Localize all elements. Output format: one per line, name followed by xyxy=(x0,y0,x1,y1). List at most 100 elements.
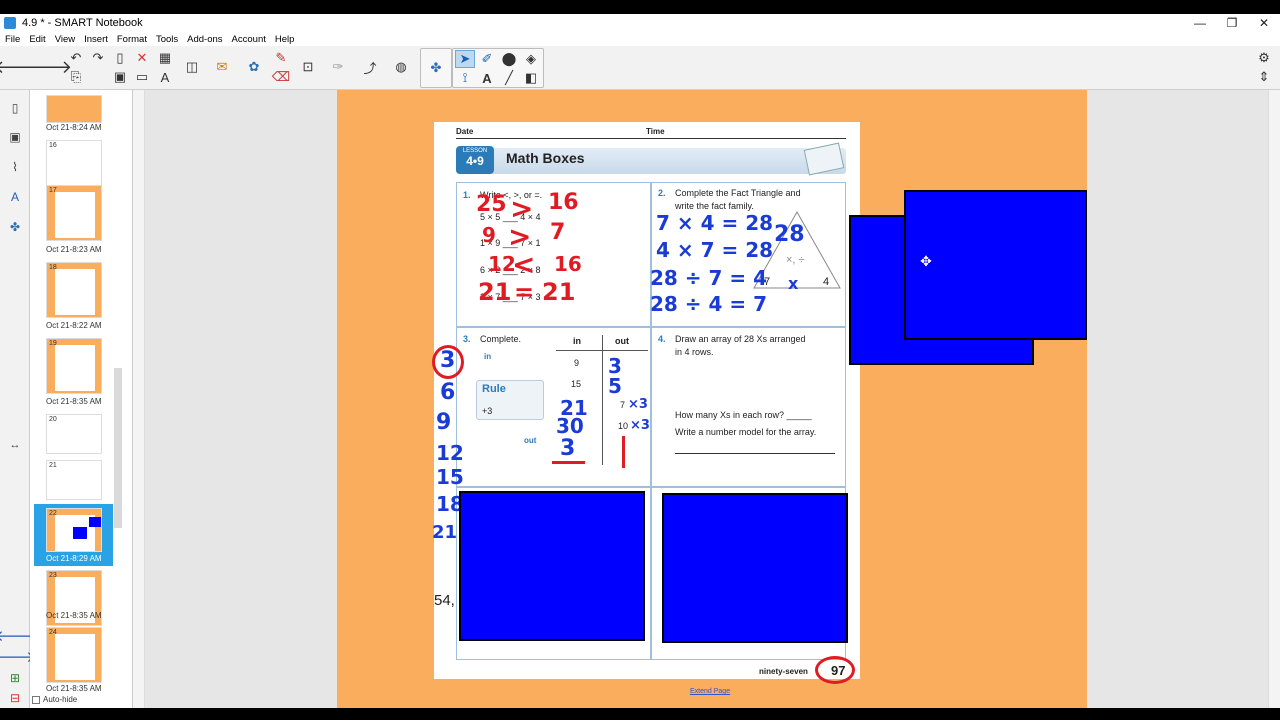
properties-tab-icon[interactable]: A xyxy=(5,187,25,207)
page-thumb-label: Oct 21-8:22 AM xyxy=(46,321,102,330)
sidebar-next-arrow-icon[interactable]: 🡒 xyxy=(0,646,35,666)
redo-icon[interactable]: ↷ xyxy=(88,49,108,67)
line-icon[interactable]: ╱ xyxy=(499,69,519,87)
ink-q1-eq[interactable]: = xyxy=(514,278,534,306)
ink-seq-15[interactable]: 15 xyxy=(436,465,464,489)
pen-special-icon[interactable]: ✎ xyxy=(271,49,291,67)
page-thumb[interactable]: 21 xyxy=(46,460,102,500)
sidebar-prev-arrow-icon[interactable]: 🡐 xyxy=(0,625,35,645)
next-page-arrow-icon[interactable]: 🡒 xyxy=(24,57,72,77)
canvas-right-scrollbar[interactable] xyxy=(1268,90,1280,708)
ink-red-underline[interactable] xyxy=(552,461,585,464)
ink-seq-3[interactable]: 3 xyxy=(440,348,455,373)
extend-page-link[interactable]: Extend Page xyxy=(690,688,730,695)
resize-panel-icon[interactable]: ↔ xyxy=(5,435,25,455)
ink-q1-lt[interactable]: < xyxy=(512,248,535,281)
document-camera-icon[interactable]: ◫ xyxy=(182,58,202,76)
pin-icon[interactable]: ✑ xyxy=(328,58,348,76)
delete-page-sidebar-icon[interactable]: ⊟ xyxy=(5,688,25,708)
page-thumb[interactable] xyxy=(46,95,102,123)
delete-icon[interactable]: ✕ xyxy=(132,49,152,67)
ink-q1-25[interactable]: 25 xyxy=(476,192,507,217)
capture-icon[interactable]: ⊡ xyxy=(298,58,318,76)
page-thumb[interactable]: 19 xyxy=(46,338,102,394)
text-icon[interactable]: A xyxy=(477,69,497,87)
ink-q2-line1[interactable]: 7 × 4 = 28 xyxy=(656,211,773,235)
globe-icon[interactable]: ◍ xyxy=(391,58,411,76)
ink-q2-line2[interactable]: 4 × 7 = 28 xyxy=(656,238,773,262)
ink-q1-9[interactable]: 9 xyxy=(482,223,496,247)
lab-activity-icon[interactable]: ✿ xyxy=(244,58,264,76)
page-thumb[interactable]: 17 xyxy=(46,185,102,241)
canvas-left-scrollbar[interactable] xyxy=(133,90,145,708)
ink-in-3[interactable]: 3 xyxy=(560,436,575,461)
shapes-icon[interactable]: ⬤ xyxy=(499,50,519,68)
ink-q1-16[interactable]: 16 xyxy=(548,190,579,215)
sorter-scrollbar-thumb[interactable] xyxy=(114,368,122,528)
ink-out-x3a[interactable]: ×3 xyxy=(628,397,648,412)
ink-out-x3b[interactable]: ×3 xyxy=(630,418,650,433)
ink-q2-line3[interactable]: 28 ÷ 7 = 4 xyxy=(650,266,767,290)
close-button[interactable]: ✕ xyxy=(1248,14,1280,32)
menu-account[interactable]: Account xyxy=(232,34,266,45)
gallery-tab-icon[interactable]: ▣ xyxy=(5,127,25,147)
page-number: 21 xyxy=(49,462,57,469)
ink-seq-12[interactable]: 12 xyxy=(436,441,464,465)
ink-q2-triangle-top[interactable]: 28 xyxy=(774,222,805,247)
ink-red-mark[interactable] xyxy=(622,436,625,468)
menu-help[interactable]: Help xyxy=(275,34,295,45)
ink-q1-7[interactable]: 7 xyxy=(550,220,565,245)
auto-hide-checkbox[interactable] xyxy=(32,695,40,704)
ink-seq-6[interactable]: 6 xyxy=(440,380,455,405)
restore-button[interactable]: ❐ xyxy=(1216,14,1248,32)
menu-edit[interactable]: Edit xyxy=(29,34,45,45)
minimize-button[interactable]: — xyxy=(1184,14,1216,32)
magic-pen-icon[interactable]: ⤴ xyxy=(360,58,380,76)
eraser-icon[interactable]: ⟟ xyxy=(455,69,475,87)
add-page-sidebar-icon[interactable]: ⊞ xyxy=(5,668,25,688)
ink-q1-21b[interactable]: 21 xyxy=(542,278,575,306)
table-icon[interactable]: ▦ xyxy=(155,49,175,67)
ink-out-5[interactable]: 5 xyxy=(608,374,622,398)
toolbar-scroll-icon[interactable]: ⇕ xyxy=(1254,68,1274,86)
page-sorter-tab-icon[interactable]: ▯ xyxy=(5,98,25,118)
q4-answer-line xyxy=(675,453,835,454)
save-icon[interactable]: ▣ xyxy=(110,68,130,86)
table-header-in: in xyxy=(573,336,581,346)
ink-q2-line4[interactable]: 28 ÷ 4 = 7 xyxy=(650,292,767,316)
eraser-special-icon[interactable]: ⌫ xyxy=(271,68,291,86)
page-thumb[interactable]: 24 xyxy=(46,627,102,683)
ink-q1-21[interactable]: 21 xyxy=(478,278,511,306)
menu-file[interactable]: File xyxy=(5,34,20,45)
ink-seq-9[interactable]: 9 xyxy=(436,410,451,435)
undo-icon[interactable]: ↶ xyxy=(66,49,86,67)
response-icon[interactable]: ✉ xyxy=(212,58,232,76)
menu-addons[interactable]: Add-ons xyxy=(187,34,222,45)
ink-q2-triangle-x[interactable]: x xyxy=(788,274,798,293)
cover-rectangle[interactable] xyxy=(662,493,848,643)
select-arrow-icon[interactable]: ➤ xyxy=(455,50,475,68)
page-thumb[interactable]: 18 xyxy=(46,262,102,318)
auto-hide-toggle[interactable]: Auto-hide xyxy=(32,695,77,704)
menu-tools[interactable]: Tools xyxy=(156,34,178,45)
open-file-icon[interactable]: ⎘ xyxy=(66,68,86,86)
eraser-tool-icon[interactable]: ◧ xyxy=(521,69,541,87)
settings-gear-icon[interactable]: ⚙ xyxy=(1254,49,1274,67)
cover-rectangle[interactable] xyxy=(459,491,645,641)
addons-tab-icon[interactable]: ✤ xyxy=(5,217,25,237)
page-thumb[interactable]: 20 xyxy=(46,414,102,454)
text-format-icon[interactable]: A xyxy=(155,68,175,86)
attachments-tab-icon[interactable]: ⌇ xyxy=(5,157,25,177)
pen-icon[interactable]: ✐ xyxy=(477,50,497,68)
add-page-icon[interactable]: ▯ xyxy=(110,49,130,67)
ink-q1-16b[interactable]: 16 xyxy=(554,252,582,276)
screen-shade-icon[interactable]: ▭ xyxy=(132,68,152,86)
fill-icon[interactable]: ◈ xyxy=(521,50,541,68)
menu-view[interactable]: View xyxy=(55,34,75,45)
puzzle-icon[interactable]: ✤ xyxy=(426,59,446,77)
ink-seq-21[interactable]: 21 xyxy=(432,522,457,543)
menu-format[interactable]: Format xyxy=(117,34,147,45)
page-thumb-selected[interactable]: 22 xyxy=(46,508,102,552)
menu-insert[interactable]: Insert xyxy=(84,34,108,45)
ink-in-30[interactable]: 30 xyxy=(556,414,584,438)
